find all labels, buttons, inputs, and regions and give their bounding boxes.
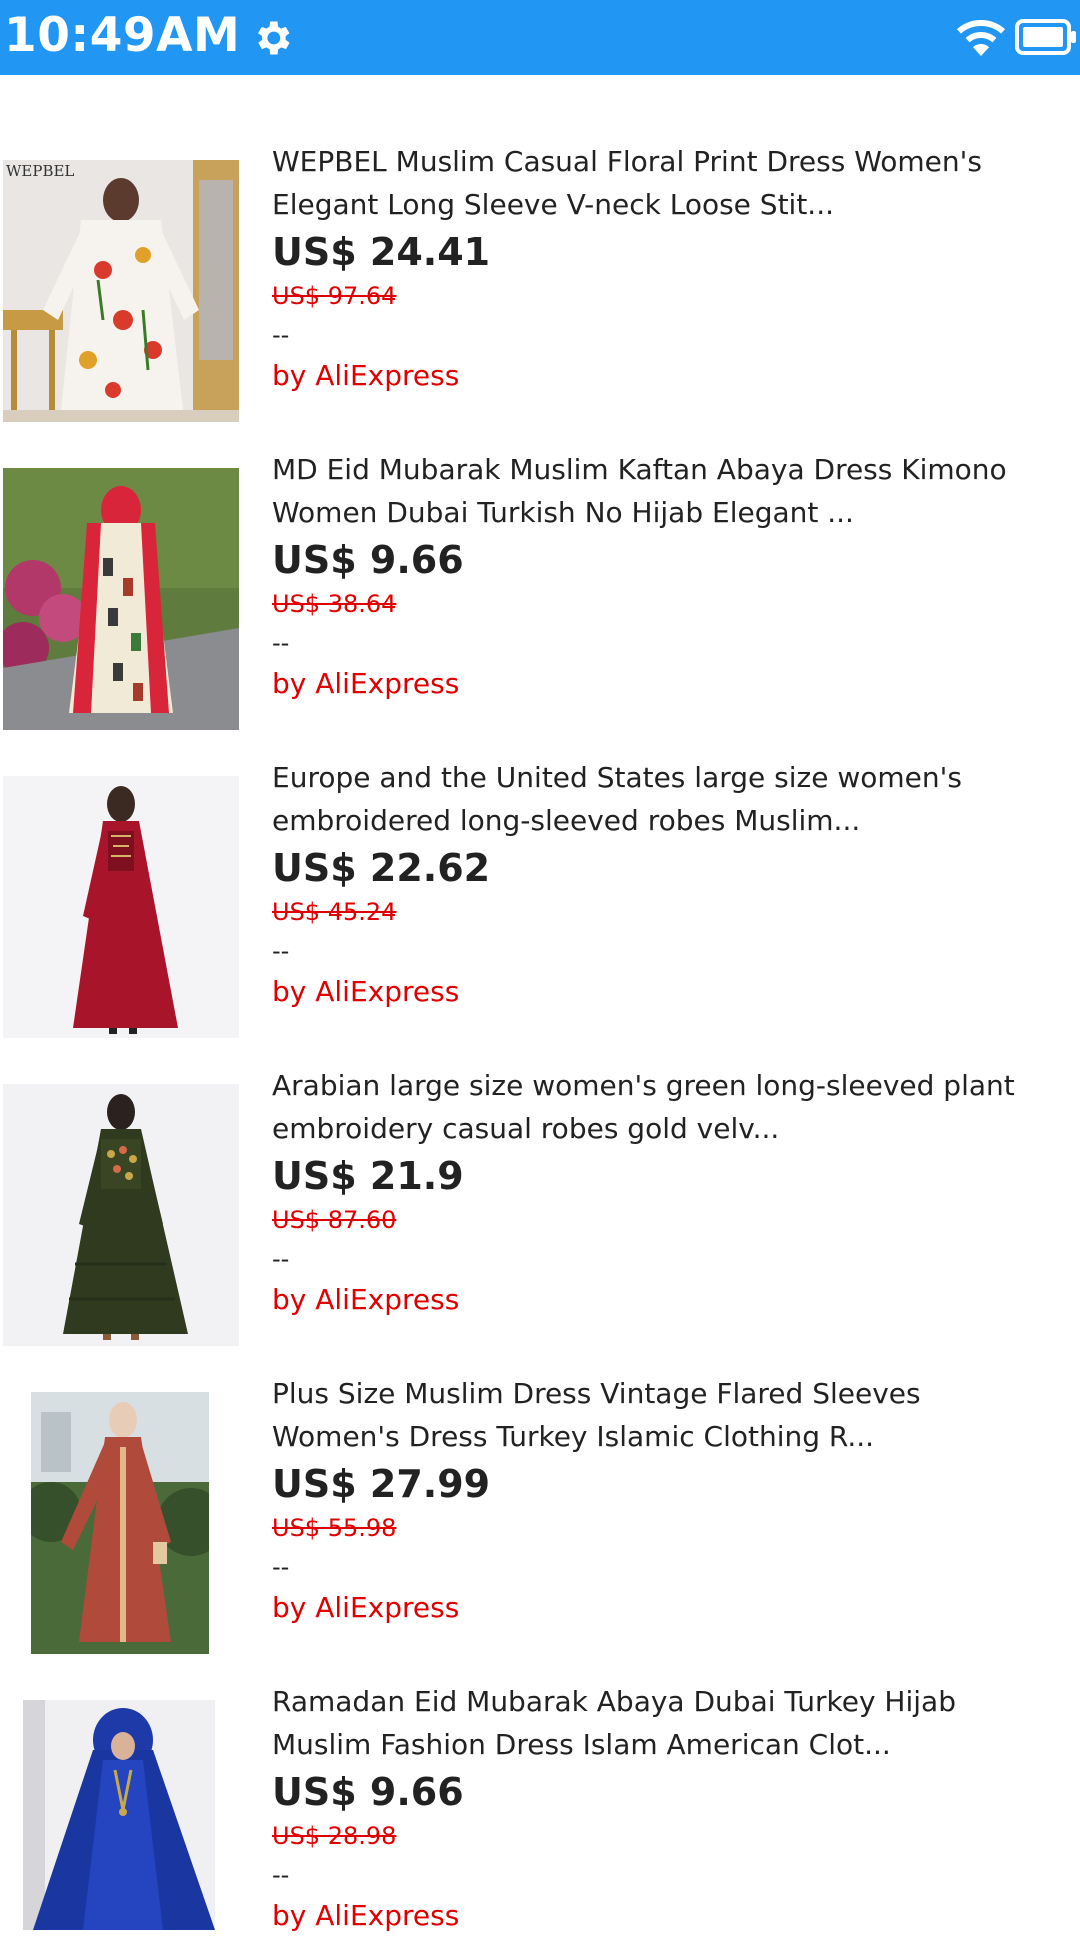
seller-label[interactable]: by AliExpress — [272, 1896, 1062, 1936]
original-price: US$ 28.98 — [272, 1822, 397, 1850]
svg-text:WEPBEL: WEPBEL — [6, 162, 74, 180]
product-price: US$ 9.66 — [272, 538, 464, 582]
gear-icon — [258, 21, 290, 55]
product-info: Plus Size Muslim Dress Vintage Flared Sl… — [272, 1372, 1062, 1628]
rating-text: -- — [272, 629, 290, 657]
status-time: 10:49AM — [4, 8, 241, 63]
product-title[interactable]: WEPBEL Muslim Casual Floral Print Dress … — [272, 140, 1062, 226]
battery-icon — [1015, 19, 1076, 55]
product-title-line: Muslim Fashion Dress Islam American Clot… — [272, 1728, 891, 1761]
product-title[interactable]: Europe and the United States large size … — [272, 756, 1062, 842]
product-title[interactable]: Ramadan Eid Mubarak Abaya Dubai Turkey H… — [272, 1680, 1062, 1766]
rating-text: -- — [272, 1553, 290, 1581]
product-info: Arabian large size women's green long-sl… — [272, 1064, 1062, 1320]
product-title-line: Women Dubai Turkish No Hijab Elegant ... — [272, 496, 854, 529]
product-price: US$ 9.66 — [272, 1770, 464, 1814]
product-title-line: MD Eid Mubarak Muslim Kaftan Abaya Dress… — [272, 453, 1007, 486]
rating-text: -- — [272, 1861, 290, 1889]
product-info: Ramadan Eid Mubarak Abaya Dubai Turkey H… — [272, 1680, 1062, 1936]
product-title[interactable]: MD Eid Mubarak Muslim Kaftan Abaya Dress… — [272, 448, 1062, 534]
product-info: Europe and the United States large size … — [272, 756, 1062, 1012]
product-title[interactable]: Plus Size Muslim Dress Vintage Flared Sl… — [272, 1372, 1062, 1458]
product-price: US$ 21.9 — [272, 1154, 464, 1198]
product-item[interactable]: Ramadan Eid Mubarak Abaya Dubai Turkey H… — [0, 1615, 1080, 1932]
product-info: WEPBEL Muslim Casual Floral Print Dress … — [272, 140, 1062, 396]
product-title-line: Arabian large size women's green long-sl… — [272, 1069, 1015, 1102]
product-info: MD Eid Mubarak Muslim Kaftan Abaya Dress… — [272, 448, 1062, 704]
original-price: US$ 97.64 — [272, 282, 397, 310]
original-price: US$ 38.64 — [272, 590, 397, 618]
original-price: US$ 45.24 — [272, 898, 397, 926]
original-price: US$ 55.98 — [272, 1514, 397, 1542]
product-price: US$ 27.99 — [272, 1462, 491, 1506]
product-image[interactable] — [23, 1700, 215, 1930]
status-bar: 10:49AM — [0, 0, 1080, 75]
product-item[interactable]: MD Eid Mubarak Muslim Kaftan Abaya Dress… — [0, 383, 1080, 730]
rating-text: -- — [272, 1245, 290, 1273]
product-title-line: Elegant Long Sleeve V-neck Loose Stit... — [272, 188, 835, 221]
product-title-line: Women's Dress Turkey Islamic Clothing R.… — [272, 1420, 875, 1453]
product-title-line: embroidered long-sleeved robes Muslim... — [272, 804, 861, 837]
rating-text: -- — [272, 321, 290, 349]
product-item[interactable]: WEPBEL WEPBEL Muslim Casual Floral Print… — [0, 75, 1080, 422]
product-item[interactable]: Plus Size Muslim Dress Vintage Flared Sl… — [0, 1307, 1080, 1654]
rating-text: -- — [272, 937, 290, 965]
product-item[interactable]: Arabian large size women's green long-sl… — [0, 999, 1080, 1346]
product-title[interactable]: Arabian large size women's green long-sl… — [272, 1064, 1062, 1150]
wifi-icon — [957, 20, 1005, 56]
product-title-line: Plus Size Muslim Dress Vintage Flared Sl… — [272, 1377, 921, 1410]
product-item[interactable]: Europe and the United States large size … — [0, 691, 1080, 1038]
product-title-line: embroidery casual robes gold velv... — [272, 1112, 780, 1145]
product-title-line: WEPBEL Muslim Casual Floral Print Dress … — [272, 145, 982, 178]
original-price: US$ 87.60 — [272, 1206, 397, 1234]
product-title-line: Ramadan Eid Mubarak Abaya Dubai Turkey H… — [272, 1685, 956, 1718]
product-title-line: Europe and the United States large size … — [272, 761, 962, 794]
product-price: US$ 22.62 — [272, 846, 491, 890]
product-price: US$ 24.41 — [272, 230, 491, 274]
